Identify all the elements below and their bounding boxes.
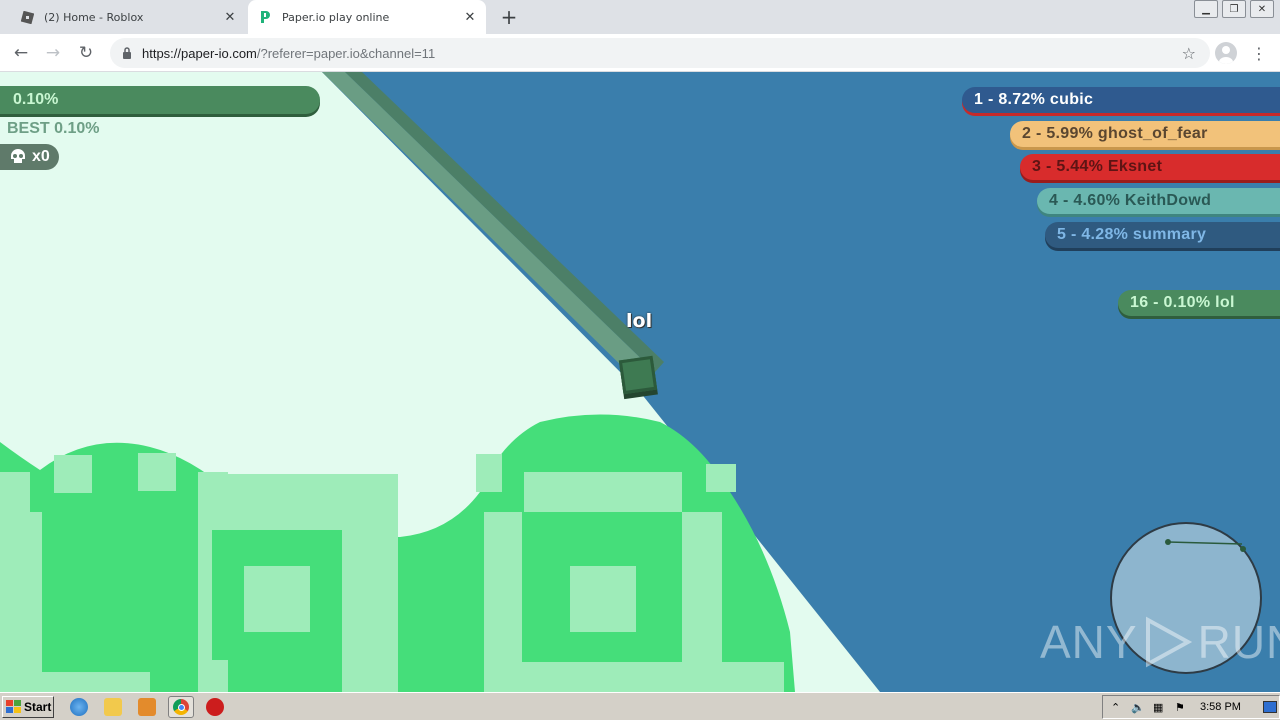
tray-expand-icon[interactable]: ⌃ bbox=[1111, 701, 1120, 714]
anyrun-watermark: ANY RUN bbox=[1040, 612, 1280, 672]
new-tab-icon[interactable]: + bbox=[498, 5, 520, 29]
skull-icon bbox=[11, 149, 25, 163]
minimize-icon[interactable]: ▁ bbox=[1194, 0, 1218, 18]
leaderboard-entry: 3 - 5.44% Eksnet bbox=[1020, 154, 1280, 180]
bookmark-star-icon[interactable]: ☆ bbox=[1182, 44, 1196, 63]
territory-percent: 0.10% bbox=[13, 91, 59, 108]
windows-logo-icon bbox=[6, 700, 21, 713]
territory-percent-bar: 0.10% bbox=[0, 86, 320, 114]
back-icon[interactable]: ← bbox=[10, 42, 32, 64]
taskbar: Start ⌃ 🔈 ▦ ⚑ 3:58 PM bbox=[0, 692, 1280, 720]
close-tab-icon[interactable]: ✕ bbox=[462, 9, 478, 25]
player-name-label: lol bbox=[626, 310, 653, 332]
player-avatar bbox=[618, 355, 658, 395]
url-text: https://paper-io.com/?referer=paper.io&c… bbox=[142, 46, 435, 61]
close-tab-icon[interactable]: ✕ bbox=[222, 9, 238, 25]
menu-kebab-icon[interactable]: ⋮ bbox=[1251, 42, 1267, 64]
folder-icon[interactable] bbox=[104, 698, 122, 716]
address-bar[interactable]: https://paper-io.com/?referer=paper.io&c… bbox=[110, 38, 1210, 68]
url-path: /?referer=paper.io&channel=11 bbox=[256, 45, 436, 61]
watermark-right: RUN bbox=[1197, 616, 1280, 668]
best-score: BEST 0.10% bbox=[7, 120, 100, 137]
kill-count: x0 bbox=[32, 148, 50, 165]
chrome-icon bbox=[173, 699, 189, 715]
start-label: Start bbox=[24, 700, 52, 714]
tab-strip: (2) Home - Roblox ✕ Paper.io play online… bbox=[0, 0, 1280, 34]
leaderboard-entry: 4 - 4.60% KeithDowd bbox=[1037, 188, 1280, 214]
opera-icon[interactable] bbox=[206, 698, 224, 716]
leaderboard-entry: 1 - 8.72% cubic bbox=[962, 87, 1280, 113]
lock-icon bbox=[120, 46, 134, 60]
system-tray: ⌃ 🔈 ▦ ⚑ 3:58 PM bbox=[1102, 695, 1280, 719]
show-desktop-icon[interactable] bbox=[1263, 701, 1277, 713]
reload-icon[interactable]: ↻ bbox=[75, 42, 97, 64]
tab-title: Paper.io play online bbox=[282, 10, 390, 24]
network-icon[interactable]: ▦ bbox=[1153, 701, 1163, 714]
paperio-favicon-icon bbox=[258, 10, 272, 24]
window-controls: ▁ ❐ ✕ bbox=[1190, 0, 1274, 18]
chrome-taskbar-button[interactable] bbox=[168, 696, 194, 718]
browser-toolbar: ← → ↻ https://paper-io.com/?referer=pape… bbox=[0, 34, 1280, 72]
restore-icon[interactable]: ❐ bbox=[1222, 0, 1246, 18]
tab-paperio[interactable]: Paper.io play online ✕ bbox=[248, 0, 486, 34]
kill-counter: x0 bbox=[0, 144, 59, 170]
watermark-left: ANY bbox=[1040, 616, 1138, 668]
game-canvas[interactable]: 0.10% BEST 0.10% x0 1 - 8.72% cubic 2 - 5… bbox=[0, 72, 1280, 692]
tab-roblox[interactable]: (2) Home - Roblox ✕ bbox=[10, 0, 246, 34]
close-window-icon[interactable]: ✕ bbox=[1250, 0, 1274, 18]
url-host: https://paper-io.com bbox=[142, 45, 257, 61]
media-player-icon[interactable] bbox=[138, 698, 156, 716]
leaderboard-entry: 5 - 4.28% summary bbox=[1045, 222, 1280, 248]
internet-explorer-icon[interactable] bbox=[70, 698, 88, 716]
own-rank-entry: 16 - 0.10% lol bbox=[1118, 290, 1280, 316]
roblox-favicon-icon bbox=[20, 10, 34, 24]
tab-title: (2) Home - Roblox bbox=[44, 10, 144, 24]
leaderboard-entry: 2 - 5.99% ghost_of_fear bbox=[1010, 121, 1280, 147]
flag-icon[interactable]: ⚑ bbox=[1175, 701, 1185, 714]
clock: 3:58 PM bbox=[1200, 701, 1241, 713]
play-triangle-icon bbox=[1145, 616, 1192, 668]
start-button[interactable]: Start bbox=[2, 696, 54, 718]
volume-icon[interactable]: 🔈 bbox=[1131, 701, 1145, 714]
profile-avatar-icon[interactable] bbox=[1215, 42, 1237, 64]
forward-icon[interactable]: → bbox=[42, 42, 64, 64]
